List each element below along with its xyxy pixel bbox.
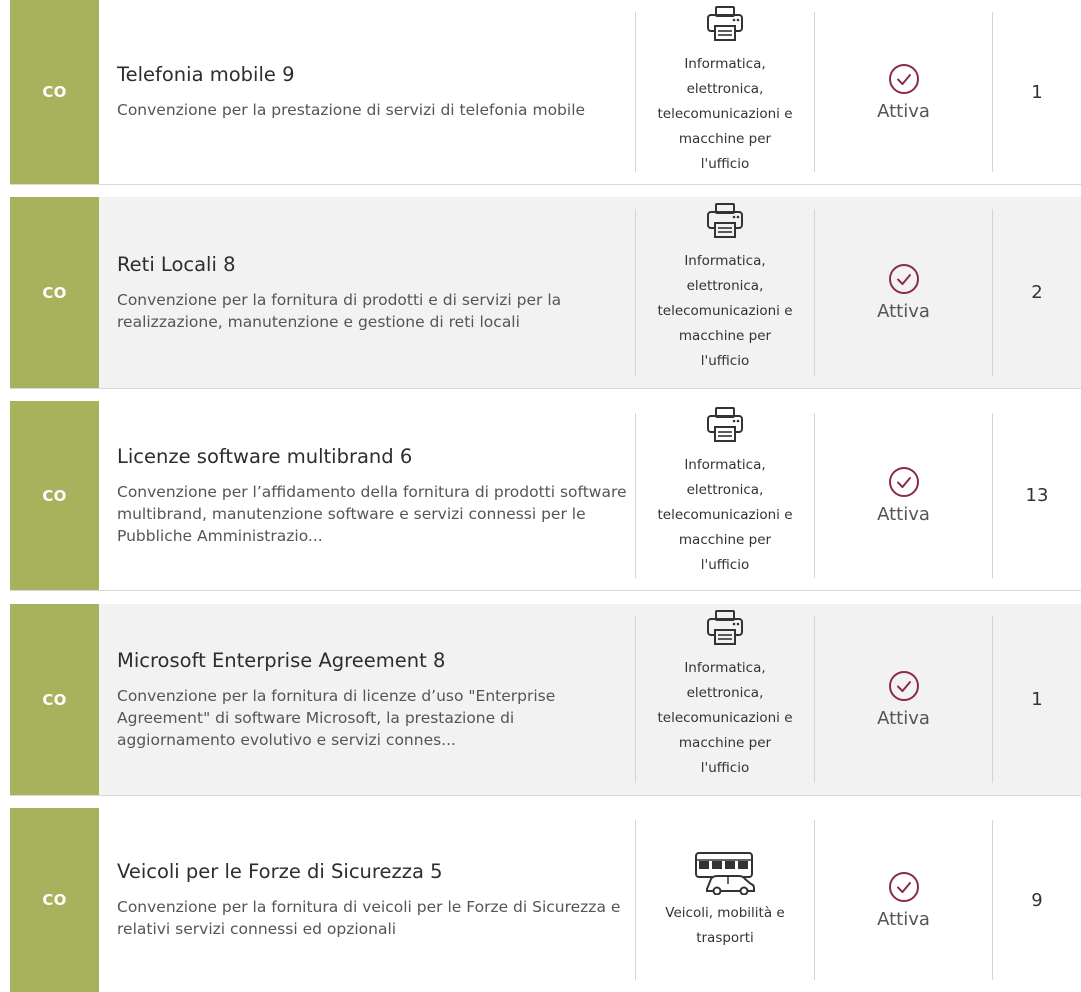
item-title[interactable]: Microsoft Enterprise Agreement 8 — [117, 649, 635, 673]
type-badge: CO — [10, 604, 99, 795]
item-main: Licenze software multibrand 6 Convenzion… — [99, 401, 635, 590]
category-label: Informatica, elettronica, telecomunicazi… — [657, 660, 793, 776]
list-item[interactable]: CO Licenze software multibrand 6 Convenz… — [10, 401, 1081, 591]
item-main: Reti Locali 8 Convenzione per la fornitu… — [99, 197, 635, 388]
status-label: Attiva — [877, 504, 930, 525]
list-item[interactable]: CO Veicoli per le Forze di Sicurezza 5 C… — [10, 808, 1081, 992]
type-badge: CO — [10, 197, 99, 388]
count-value: 9 — [1031, 889, 1043, 911]
category-cell: Informatica, elettronica, telecomunicazi… — [636, 197, 814, 388]
list-item[interactable]: CO Reti Locali 8 Convenzione per la forn… — [10, 197, 1081, 389]
item-title[interactable]: Licenze software multibrand 6 — [117, 445, 635, 469]
check-circle-icon — [888, 671, 919, 701]
item-description: Convenzione per la fornitura di prodotti… — [117, 290, 562, 331]
status-cell: Attiva — [815, 0, 992, 184]
type-badge: CO — [10, 401, 99, 590]
count-value: 1 — [1031, 81, 1043, 103]
count-value: 13 — [1025, 485, 1049, 506]
item-title[interactable]: Telefonia mobile 9 — [117, 63, 635, 87]
list-item[interactable]: CO Telefonia mobile 9 Convenzione per la… — [10, 0, 1081, 185]
status-label: Attiva — [877, 708, 930, 729]
category-cell: Informatica, elettronica, telecomunicazi… — [636, 0, 814, 184]
check-circle-icon — [888, 63, 919, 94]
printer-icon — [705, 606, 745, 650]
item-title[interactable]: Veicoli per le Forze di Sicurezza 5 — [117, 860, 635, 884]
type-badge: CO — [10, 808, 99, 992]
item-main: Veicoli per le Forze di Sicurezza 5 Conv… — [99, 808, 635, 992]
type-badge: CO — [10, 0, 99, 184]
item-description: Convenzione per la fornitura di veicoli … — [117, 898, 621, 938]
status-cell: Attiva — [815, 808, 992, 992]
check-circle-icon — [888, 264, 919, 294]
list-item[interactable]: CO Microsoft Enterprise Agreement 8 Conv… — [10, 604, 1081, 796]
status-label: Attiva — [877, 301, 930, 322]
category-cell: Veicoli, mobilità e trasporti — [636, 808, 814, 992]
item-description: Convenzione per la fornitura di licenze … — [117, 686, 556, 749]
printer-icon — [705, 2, 745, 46]
check-circle-icon — [888, 871, 919, 902]
status-cell: Attiva — [815, 604, 992, 795]
item-main: Microsoft Enterprise Agreement 8 Convenz… — [99, 604, 635, 795]
check-circle-icon — [888, 467, 919, 497]
vehicles-icon — [693, 851, 757, 895]
item-title[interactable]: Reti Locali 8 — [117, 253, 635, 277]
count-value: 2 — [1031, 282, 1043, 303]
category-label: Informatica, elettronica, telecomunicazi… — [657, 253, 793, 369]
item-description: Convenzione per la prestazione di serviz… — [117, 101, 586, 119]
item-description: Convenzione per l’affidamento della forn… — [117, 482, 627, 545]
category-cell: Informatica, elettronica, telecomunicazi… — [636, 401, 814, 590]
printer-icon — [705, 199, 745, 243]
category-label: Veicoli, mobilità e trasporti — [665, 905, 785, 946]
category-label: Informatica, elettronica, telecomunicazi… — [657, 457, 793, 573]
category-label: Informatica, elettronica, telecomunicazi… — [657, 56, 793, 172]
convention-list: CO Telefonia mobile 9 Convenzione per la… — [0, 0, 1081, 992]
count-value: 1 — [1031, 689, 1043, 710]
item-main: Telefonia mobile 9 Convenzione per la pr… — [99, 0, 635, 184]
status-cell: Attiva — [815, 197, 992, 388]
category-cell: Informatica, elettronica, telecomunicazi… — [636, 604, 814, 795]
status-label: Attiva — [877, 908, 930, 930]
status-label: Attiva — [877, 100, 930, 122]
printer-icon — [705, 403, 745, 447]
status-cell: Attiva — [815, 401, 992, 590]
